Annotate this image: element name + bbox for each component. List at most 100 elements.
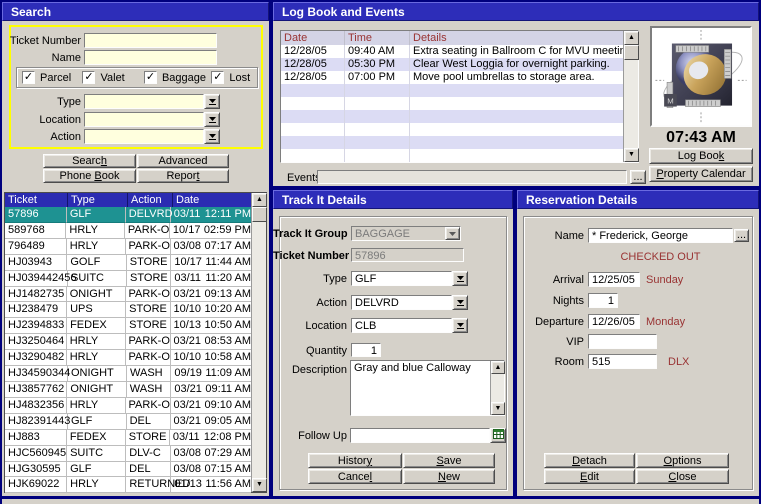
type-combo[interactable]: GLF	[351, 271, 452, 286]
action-dropdown-button[interactable]	[452, 295, 468, 310]
dropdown-arrow-icon	[457, 323, 464, 329]
checkbox-baggage[interactable]: ✓Baggage	[144, 71, 211, 84]
cancel-button[interactable]: Cancel	[308, 469, 402, 484]
logbook-empty-row[interactable]	[281, 84, 623, 97]
cell-date: 03/1111:20 AM	[171, 271, 251, 287]
ticket-table-row[interactable]: 796489HRLYPARK-O03/0807:17 AM	[5, 239, 251, 255]
scrollbar-thumb[interactable]	[252, 207, 267, 222]
name-lookup-button[interactable]: ...	[734, 229, 749, 242]
scroll-down-button[interactable]: ▼	[252, 478, 267, 492]
property-calendar-button[interactable]: Property Calendar	[649, 166, 753, 182]
guest-name-input[interactable]: * Frederick, George	[588, 228, 733, 243]
followup-calendar-button[interactable]	[490, 428, 506, 443]
quantity-input[interactable]: 1	[351, 343, 381, 357]
close-button[interactable]: Close	[636, 469, 729, 484]
detach-button[interactable]: Detach	[544, 453, 635, 468]
arrival-date-input[interactable]: 12/25/05	[588, 272, 640, 287]
search-button[interactable]: Search	[43, 154, 136, 168]
logbook-empty-row[interactable]	[281, 149, 623, 162]
edit-button[interactable]: Edit	[544, 469, 635, 484]
followup-input[interactable]	[350, 428, 490, 443]
checkmark-icon[interactable]: ✓	[82, 71, 95, 84]
save-button[interactable]: Save	[403, 453, 495, 468]
description-scrollbar[interactable]: ▲ ▼	[490, 361, 504, 415]
action-dropdown-button[interactable]	[204, 129, 220, 144]
ticket-table-row[interactable]: HJ4832356HRLYPARK-O03/2109:10 AM	[5, 398, 251, 414]
events-more-button[interactable]: ...	[630, 170, 646, 184]
ticket-table-row[interactable]: HJK69022HRLYRETURNED01/1311:56 AM	[5, 477, 251, 493]
checkbox-valet[interactable]: ✓Valet	[82, 71, 143, 84]
action-combo[interactable]: DELVRD	[351, 295, 452, 310]
column-header-ticket[interactable]: Ticket	[5, 193, 68, 207]
log-book-button[interactable]: Log Book	[649, 148, 753, 164]
scroll-up-button[interactable]: ▲	[252, 193, 267, 207]
checkmark-icon[interactable]: ✓	[144, 71, 157, 84]
cell-ticket: HJ039442456	[5, 271, 68, 287]
ticket-table-row[interactable]: HJG30595GLFDEL03/0807:15 AM	[5, 462, 251, 478]
action-combo[interactable]	[84, 129, 204, 144]
departure-date-input[interactable]: 12/26/05	[588, 314, 640, 329]
ticket-table-scrollbar[interactable]: ▲ ▼	[251, 193, 266, 492]
checkmark-icon[interactable]: ✓	[211, 71, 224, 84]
ticket-table-row[interactable]: HJ883FEDEXSTORE03/1112:08 PM	[5, 430, 251, 446]
type-combo[interactable]	[84, 94, 204, 109]
history-button[interactable]: History	[308, 453, 402, 468]
events-input[interactable]	[317, 170, 627, 184]
location-dropdown-button[interactable]	[452, 318, 468, 333]
column-header-time[interactable]: Time	[345, 31, 410, 45]
ticket-table-row[interactable]: 589768HRLYPARK-O10/1702:59 PM	[5, 223, 251, 239]
ticket-table-row[interactable]: HJC560945SUITCDLV-C03/0807:29 AM	[5, 446, 251, 462]
ticket-number-input[interactable]	[84, 33, 217, 48]
logbook-empty-row[interactable]	[281, 97, 623, 110]
options-button[interactable]: Options	[636, 453, 729, 468]
vip-input[interactable]	[588, 334, 657, 349]
scroll-up-button[interactable]: ▲	[624, 31, 639, 45]
ticket-table-row[interactable]: HJ238479UPSSTORE10/1010:20 AM	[5, 302, 251, 318]
logbook-empty-row[interactable]	[281, 110, 623, 123]
scroll-up-button[interactable]: ▲	[491, 361, 505, 374]
checkbox-parcel[interactable]: ✓Parcel	[22, 71, 82, 84]
ticket-table-row[interactable]: HJ2394833FEDEXSTORE10/1310:50 AM	[5, 318, 251, 334]
cell-time	[345, 136, 410, 149]
column-header-action[interactable]: Action	[128, 193, 173, 207]
name-input[interactable]	[84, 50, 217, 65]
report-button[interactable]: Report	[137, 169, 229, 183]
location-combo[interactable]	[84, 112, 204, 127]
new-button[interactable]: New	[403, 469, 495, 484]
logbook-empty-row[interactable]	[281, 123, 623, 136]
description-textarea[interactable]: Gray and blue Calloway ▲ ▼	[350, 360, 505, 416]
scroll-down-button[interactable]: ▼	[624, 148, 639, 162]
ticket-table-row[interactable]: HJ1482735ONIGHTPARK-O03/2109:13 AM	[5, 287, 251, 303]
location-combo[interactable]: CLB	[351, 318, 452, 333]
nights-input[interactable]: 1	[588, 293, 618, 308]
scroll-down-button[interactable]: ▼	[491, 402, 505, 415]
logbook-scrollbar[interactable]: ▲ ▼	[623, 31, 638, 162]
scrollbar-thumb[interactable]	[624, 45, 639, 60]
type-dropdown-button[interactable]	[204, 94, 220, 109]
logbook-row[interactable]: 12/28/0505:30 PMClear West Loggia for ov…	[281, 58, 623, 71]
ticket-table-row[interactable]: 57896GLFDELVRD03/1112:11 PM	[5, 207, 251, 223]
ticket-table-row[interactable]: HJ3250464HRLYPARK-O03/2108:53 AM	[5, 334, 251, 350]
column-header-details[interactable]: Details	[410, 31, 623, 45]
column-header-date[interactable]: Date	[173, 193, 251, 207]
logbook-row[interactable]: 12/28/0509:40 AMExtra seating in Ballroo…	[281, 45, 623, 58]
ticket-table-row[interactable]: HJ3857762ONIGHTWASH03/2109:11 AM	[5, 382, 251, 398]
ticket-table-row[interactable]: HJ34590344ONIGHTWASH09/1911:09 AM	[5, 366, 251, 382]
column-header-date[interactable]: Date	[281, 31, 345, 45]
logbook-row[interactable]: 12/28/0507:00 PMMove pool umbrellas to s…	[281, 71, 623, 84]
checkmark-icon[interactable]: ✓	[22, 71, 35, 84]
ticket-table-row[interactable]: HJ039442456SUITCSTORE03/1111:20 AM	[5, 271, 251, 287]
advanced-button[interactable]: Advanced	[137, 154, 229, 168]
ticket-table-row[interactable]: HJ03943GOLFSTORE10/1711:44 AM	[5, 255, 251, 271]
logbook-empty-row[interactable]	[281, 136, 623, 149]
type-dropdown-button[interactable]	[452, 271, 468, 286]
cell-date: 03/2109:10 AM	[171, 398, 251, 414]
checkbox-lost[interactable]: ✓Lost	[211, 71, 257, 84]
location-dropdown-button[interactable]	[204, 112, 220, 127]
column-header-type[interactable]: Type	[68, 193, 128, 207]
cell-type: HRLY	[67, 477, 126, 493]
room-input[interactable]: 515	[588, 354, 657, 369]
ticket-table-row[interactable]: HJ82391443GLFDEL03/2109:05 AM	[5, 414, 251, 430]
phone-book-button[interactable]: Phone Book	[43, 169, 136, 183]
ticket-table-row[interactable]: HJ3290482HRLYPARK-O10/1010:58 AM	[5, 350, 251, 366]
